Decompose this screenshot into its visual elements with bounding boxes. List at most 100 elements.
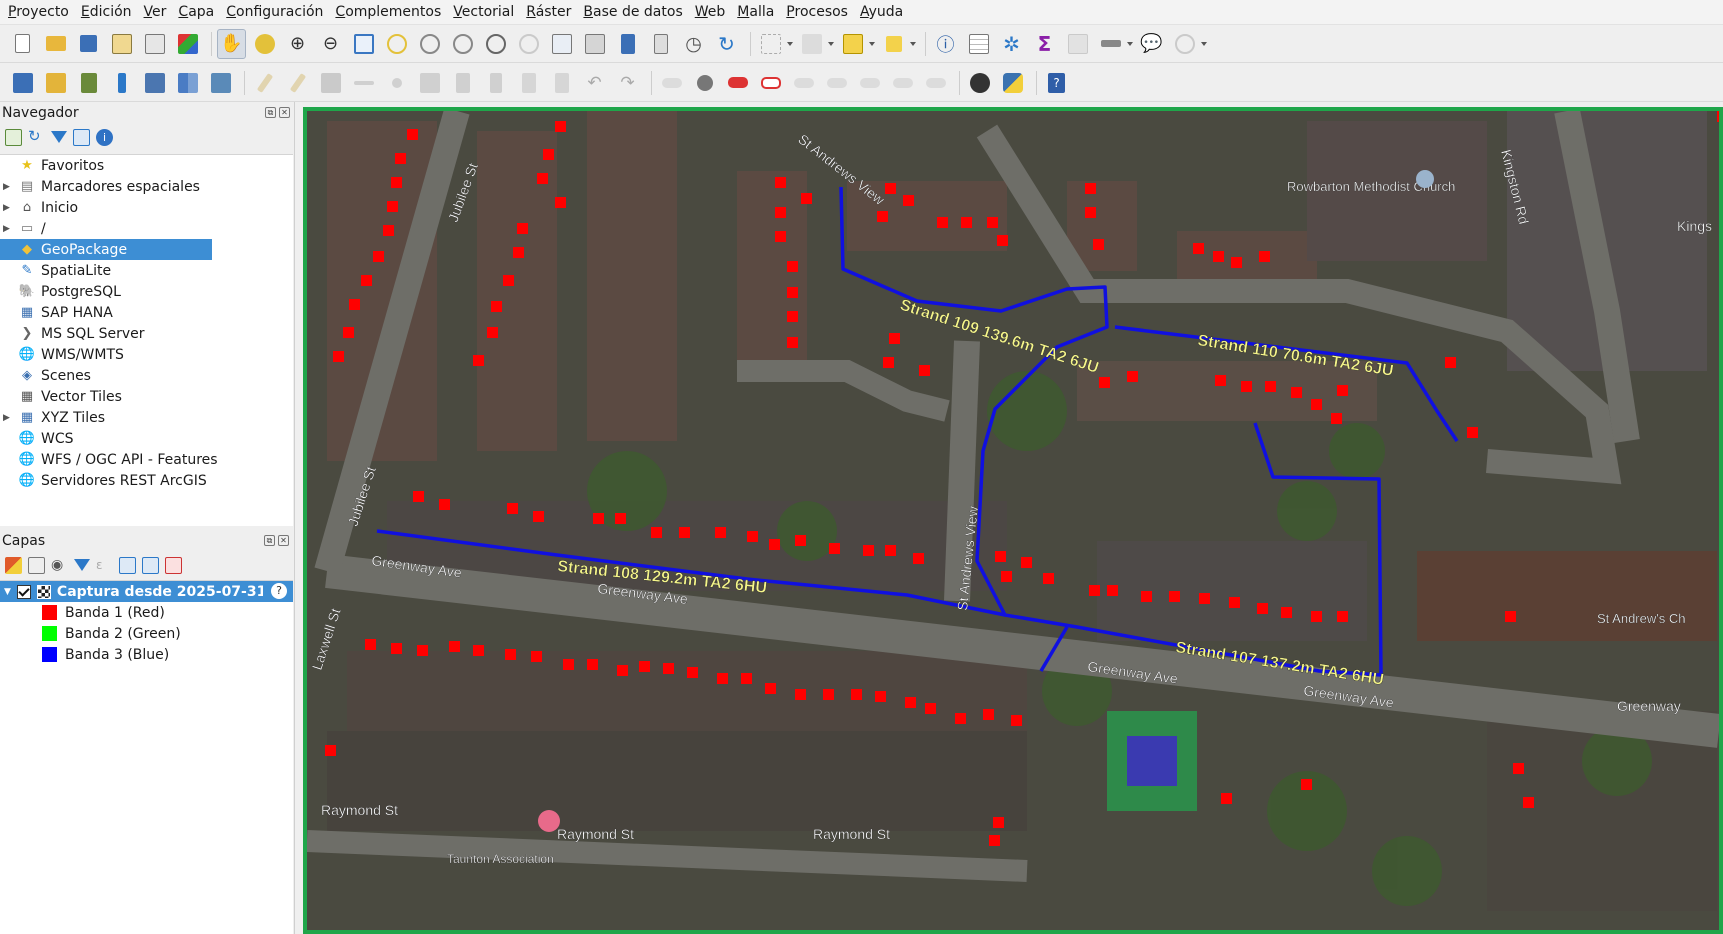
change-label-button[interactable] bbox=[855, 68, 884, 98]
browser-item-favoritos[interactable]: ★ Favoritos bbox=[0, 155, 293, 176]
layout-manager-button[interactable] bbox=[140, 29, 169, 59]
expand-arrow-icon[interactable]: ▶ bbox=[3, 182, 11, 192]
show-bookmarks-button[interactable] bbox=[646, 29, 675, 59]
browser-item-wcs[interactable]: 🌐 WCS bbox=[0, 428, 293, 449]
menu-ayuda[interactable]: Ayuda bbox=[854, 0, 909, 25]
add-raster-button[interactable] bbox=[173, 68, 202, 98]
new-print-layout-button[interactable] bbox=[107, 29, 136, 59]
save-project-button[interactable] bbox=[74, 29, 103, 59]
expand-arrow-icon[interactable]: ▶ bbox=[3, 203, 11, 213]
label-tool-button[interactable] bbox=[657, 68, 686, 98]
menu-ver[interactable]: Ver bbox=[138, 0, 173, 25]
new-project-button[interactable] bbox=[8, 29, 37, 59]
data-source-manager-button[interactable] bbox=[8, 68, 37, 98]
menu-base-de-datos[interactable]: Base de datos bbox=[577, 0, 688, 25]
edit-button[interactable] bbox=[283, 68, 312, 98]
collapse-all-icon[interactable] bbox=[142, 556, 159, 574]
filter-legend-icon[interactable] bbox=[74, 559, 90, 571]
menu-procesos[interactable]: Procesos bbox=[780, 0, 854, 25]
add-vector-button[interactable] bbox=[206, 68, 235, 98]
browser-item-scenes[interactable]: ◈ Scenes bbox=[0, 365, 293, 386]
menu-edicion[interactable]: Edición bbox=[75, 0, 138, 25]
zoom-out-button[interactable]: ⊖ bbox=[316, 29, 345, 59]
plugin-button[interactable] bbox=[965, 68, 994, 98]
chevron-down-icon[interactable] bbox=[828, 41, 834, 46]
browser-item-sap-hana[interactable]: ▦ SAP HANA bbox=[0, 302, 293, 323]
new-bookmark-button[interactable] bbox=[613, 29, 642, 59]
measure-button[interactable] bbox=[1096, 29, 1125, 59]
python-console-button[interactable] bbox=[998, 68, 1027, 98]
info-icon[interactable]: i bbox=[96, 128, 113, 146]
attribute-table-button[interactable] bbox=[964, 29, 993, 59]
browser-item-wfs[interactable]: 🌐 WFS / OGC API - Features bbox=[0, 449, 293, 470]
move-label-button[interactable] bbox=[789, 68, 818, 98]
map-canvas[interactable]: Strand 109 139.6m TA2 6JU Strand 110 70.… bbox=[303, 107, 1723, 934]
new-shapefile-layer-button[interactable] bbox=[74, 68, 103, 98]
vertex-tool-button[interactable] bbox=[382, 68, 411, 98]
identify-features-button[interactable]: ⓘ bbox=[931, 29, 960, 59]
add-selected-icon[interactable] bbox=[5, 128, 22, 146]
browser-item-root[interactable]: ▶ ▭ / bbox=[0, 218, 293, 239]
browser-item-inicio[interactable]: ▶ ⌂ Inicio bbox=[0, 197, 293, 218]
menu-capa[interactable]: Capa bbox=[172, 0, 220, 25]
zoom-full-button[interactable] bbox=[349, 29, 378, 59]
collapse-arrow-icon[interactable]: ▼ bbox=[4, 587, 11, 597]
filter-expression-icon[interactable]: ε bbox=[96, 557, 113, 574]
collapse-all-icon[interactable] bbox=[73, 128, 90, 146]
undo-button[interactable]: ↶ bbox=[580, 68, 609, 98]
temporal-controller-button[interactable]: ◷ bbox=[679, 29, 708, 59]
browser-item-wms[interactable]: 🌐 WMS/WMTS bbox=[0, 344, 293, 365]
new-spatialite-layer-button[interactable] bbox=[107, 68, 136, 98]
statistics-button[interactable]: Σ bbox=[1030, 29, 1059, 59]
close-icon[interactable]: ✕ bbox=[279, 107, 290, 118]
digitize-button[interactable] bbox=[349, 68, 378, 98]
browser-item-xyz-tiles[interactable]: ▶ ▦ XYZ Tiles bbox=[0, 407, 293, 428]
browser-item-vector-tiles[interactable]: ▦ Vector Tiles bbox=[0, 386, 293, 407]
locator-button[interactable] bbox=[1170, 29, 1199, 59]
menu-raster[interactable]: Ráster bbox=[520, 0, 577, 25]
paste-features-button[interactable] bbox=[547, 68, 576, 98]
label-settings-button[interactable] bbox=[921, 68, 950, 98]
pan-map-button[interactable]: ✋ bbox=[217, 28, 246, 59]
undock-icon[interactable]: ⧉ bbox=[264, 535, 275, 546]
chevron-down-icon[interactable] bbox=[869, 41, 875, 46]
chevron-down-icon[interactable] bbox=[1127, 41, 1133, 46]
remove-layer-icon[interactable] bbox=[165, 556, 182, 574]
layer-styling-icon[interactable] bbox=[5, 556, 22, 574]
zoom-last-button[interactable] bbox=[481, 29, 510, 59]
zoom-to-layer-button[interactable] bbox=[415, 29, 444, 59]
field-calculator-button[interactable] bbox=[1063, 29, 1092, 59]
layer-visibility-checkbox[interactable] bbox=[16, 584, 31, 599]
help-button[interactable]: ? bbox=[1042, 68, 1071, 98]
select-features-button[interactable] bbox=[756, 29, 785, 59]
menu-vectorial[interactable]: Vectorial bbox=[447, 0, 520, 25]
rotate-label-button[interactable] bbox=[822, 68, 851, 98]
zoom-in-button[interactable]: ⊕ bbox=[283, 29, 312, 59]
close-icon[interactable]: ✕ bbox=[278, 535, 289, 546]
chevron-down-icon[interactable] bbox=[910, 41, 916, 46]
expand-arrow-icon[interactable]: ▶ bbox=[3, 224, 11, 234]
map-tips-button[interactable]: 💬 bbox=[1137, 29, 1166, 59]
new-3d-view-button[interactable] bbox=[580, 29, 609, 59]
undock-icon[interactable]: ⧉ bbox=[265, 107, 276, 118]
highlight-labels-button[interactable] bbox=[756, 68, 785, 98]
pan-to-selection-button[interactable] bbox=[250, 29, 279, 59]
show-hide-labels-button[interactable] bbox=[888, 68, 917, 98]
zoom-to-selection-button[interactable] bbox=[382, 29, 411, 59]
chevron-down-icon[interactable] bbox=[1201, 41, 1207, 46]
browser-item-arcgis-rest[interactable]: 🌐 Servidores REST ArcGIS bbox=[0, 470, 293, 491]
new-virtual-layer-button[interactable] bbox=[140, 68, 169, 98]
chevron-down-icon[interactable] bbox=[787, 41, 793, 46]
browser-item-marcadores[interactable]: ▶ ▤ Marcadores espaciales bbox=[0, 176, 293, 197]
processing-toolbox-button[interactable]: ✲ bbox=[997, 29, 1026, 59]
browser-item-postgresql[interactable]: 🐘 PostgreSQL bbox=[0, 281, 293, 302]
add-group-icon[interactable] bbox=[28, 556, 45, 574]
zoom-next-button[interactable] bbox=[514, 29, 543, 59]
menu-proyecto[interactable]: Proyecto bbox=[2, 0, 75, 25]
toggle-editing-button[interactable] bbox=[250, 68, 279, 98]
browser-item-geopackage[interactable]: ◆ GeoPackage bbox=[0, 239, 293, 260]
redo-button[interactable]: ↷ bbox=[613, 68, 642, 98]
save-edits-button[interactable] bbox=[316, 68, 345, 98]
modify-attributes-button[interactable] bbox=[415, 68, 444, 98]
menu-web[interactable]: Web bbox=[689, 0, 732, 25]
